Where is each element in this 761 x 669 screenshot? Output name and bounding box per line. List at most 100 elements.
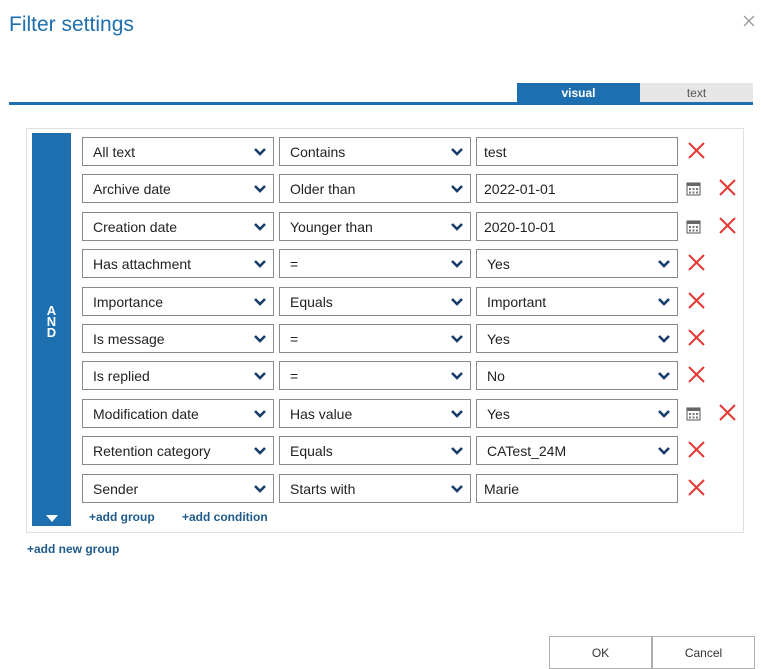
- operator-select[interactable]: =: [279, 324, 471, 353]
- add-group-link[interactable]: +add group: [89, 510, 155, 524]
- value-text: 2022-01-01: [484, 181, 556, 198]
- chevron-down-icon: [451, 297, 463, 306]
- value-select[interactable]: Yes: [476, 249, 678, 279]
- value-text: Important: [487, 293, 547, 310]
- delete-condition-icon[interactable]: [718, 403, 737, 422]
- group-collapse-toggle[interactable]: [32, 514, 71, 522]
- operator-value: Contains: [290, 144, 346, 160]
- delete-condition-icon[interactable]: [687, 328, 706, 347]
- delete-condition-icon[interactable]: [687, 253, 706, 272]
- condition-row: Importance Equals Important: [82, 286, 742, 318]
- condition-row: Is replied = No: [82, 361, 742, 392]
- operator-select[interactable]: =: [279, 361, 471, 391]
- tab-text[interactable]: text: [640, 83, 753, 103]
- operator-value: =: [290, 368, 299, 385]
- add-condition-link[interactable]: +add condition: [182, 510, 268, 524]
- operator-value: Younger than: [290, 218, 373, 235]
- field-value: Importance: [93, 293, 164, 310]
- value-input[interactable]: Marie: [476, 473, 678, 503]
- dialog-title: Filter settings: [9, 13, 134, 36]
- calendar-icon[interactable]: [686, 219, 701, 234]
- delete-condition-icon[interactable]: [687, 365, 706, 384]
- operator-select[interactable]: Younger than: [279, 211, 471, 241]
- add-new-group-link[interactable]: +add new group: [27, 542, 119, 556]
- delete-condition-icon[interactable]: [687, 141, 706, 160]
- chevron-down-icon: [658, 447, 670, 456]
- chevron-down-icon: [451, 222, 463, 231]
- condition-row: Archive date Older than 2022-01-01: [82, 174, 742, 205]
- operator-value: Equals: [290, 443, 333, 460]
- calendar-icon[interactable]: [686, 406, 701, 421]
- operator-select[interactable]: Older than: [279, 174, 471, 204]
- delete-condition-icon[interactable]: [687, 478, 706, 497]
- condition-row: Is message = Yes: [82, 324, 742, 355]
- operator-value: Starts with: [290, 480, 356, 497]
- chevron-down-icon: [254, 484, 266, 493]
- field-value: All text: [93, 144, 136, 160]
- field-select[interactable]: Has attachment: [82, 249, 274, 279]
- condition-row: All text Contains test: [82, 137, 742, 168]
- operator-value: =: [290, 331, 299, 347]
- and-operator-label: A N D: [32, 304, 71, 339]
- chevron-down-icon: [254, 185, 266, 194]
- operator-select[interactable]: Equals: [279, 286, 471, 316]
- chevron-down-icon: [254, 222, 266, 231]
- chevron-down-icon: [451, 447, 463, 456]
- field-select[interactable]: Sender: [82, 473, 274, 503]
- calendar-icon[interactable]: [686, 181, 701, 196]
- value-select[interactable]: Yes: [476, 398, 678, 428]
- field-select[interactable]: Is message: [82, 324, 274, 353]
- value-input[interactable]: test: [476, 137, 678, 166]
- delete-condition-icon[interactable]: [718, 216, 737, 235]
- condition-row: Retention category Equals CATest_24M: [82, 436, 742, 467]
- field-select[interactable]: Importance: [82, 286, 274, 316]
- chevron-down-icon: [451, 260, 463, 269]
- value-text: Yes: [487, 331, 510, 347]
- operator-value: Equals: [290, 293, 333, 310]
- field-value: Is replied: [93, 368, 150, 385]
- chevron-down-icon: [658, 409, 670, 418]
- delete-condition-icon[interactable]: [687, 291, 706, 310]
- triangle-down-icon: [45, 514, 58, 522]
- field-select[interactable]: Retention category: [82, 436, 274, 466]
- operator-select[interactable]: =: [279, 249, 471, 279]
- field-select[interactable]: Modification date: [82, 398, 274, 428]
- chevron-down-icon: [451, 335, 463, 343]
- value-text: 2020-10-01: [484, 218, 556, 235]
- value-input[interactable]: 2022-01-01: [476, 174, 678, 204]
- field-value: Retention category: [93, 443, 211, 460]
- field-select[interactable]: Archive date: [82, 174, 274, 204]
- operator-value: =: [290, 256, 299, 273]
- chevron-down-icon: [451, 409, 463, 418]
- chevron-down-icon: [658, 260, 670, 269]
- tab-visual[interactable]: visual: [517, 83, 640, 103]
- value-select[interactable]: CATest_24M: [476, 436, 678, 466]
- field-value: Sender: [93, 480, 139, 497]
- field-value: Is message: [93, 331, 165, 347]
- value-select[interactable]: Yes: [476, 324, 678, 353]
- chevron-down-icon: [254, 297, 266, 306]
- operator-select[interactable]: Equals: [279, 436, 471, 466]
- field-select[interactable]: Is replied: [82, 361, 274, 391]
- field-value: Has attachment: [93, 256, 192, 273]
- chevron-down-icon: [254, 372, 266, 381]
- ok-button[interactable]: OK: [549, 636, 652, 669]
- chevron-down-icon: [451, 185, 463, 194]
- field-value: Creation date: [93, 218, 178, 235]
- field-select[interactable]: Creation date: [82, 211, 274, 241]
- value-select[interactable]: No: [476, 361, 678, 391]
- chevron-down-icon: [658, 297, 670, 306]
- field-select[interactable]: All text: [82, 137, 274, 166]
- operator-select[interactable]: Starts with: [279, 473, 471, 503]
- cancel-button[interactable]: Cancel: [652, 636, 755, 669]
- delete-condition-icon[interactable]: [687, 440, 706, 459]
- close-icon[interactable]: [740, 12, 758, 30]
- chevron-down-icon: [254, 260, 266, 269]
- field-value: Archive date: [93, 181, 171, 198]
- operator-select[interactable]: Contains: [279, 137, 471, 166]
- operator-select[interactable]: Has value: [279, 398, 471, 428]
- value-select[interactable]: Important: [476, 286, 678, 316]
- delete-condition-icon[interactable]: [718, 178, 737, 197]
- chevron-down-icon: [658, 335, 670, 343]
- value-input[interactable]: 2020-10-01: [476, 211, 678, 241]
